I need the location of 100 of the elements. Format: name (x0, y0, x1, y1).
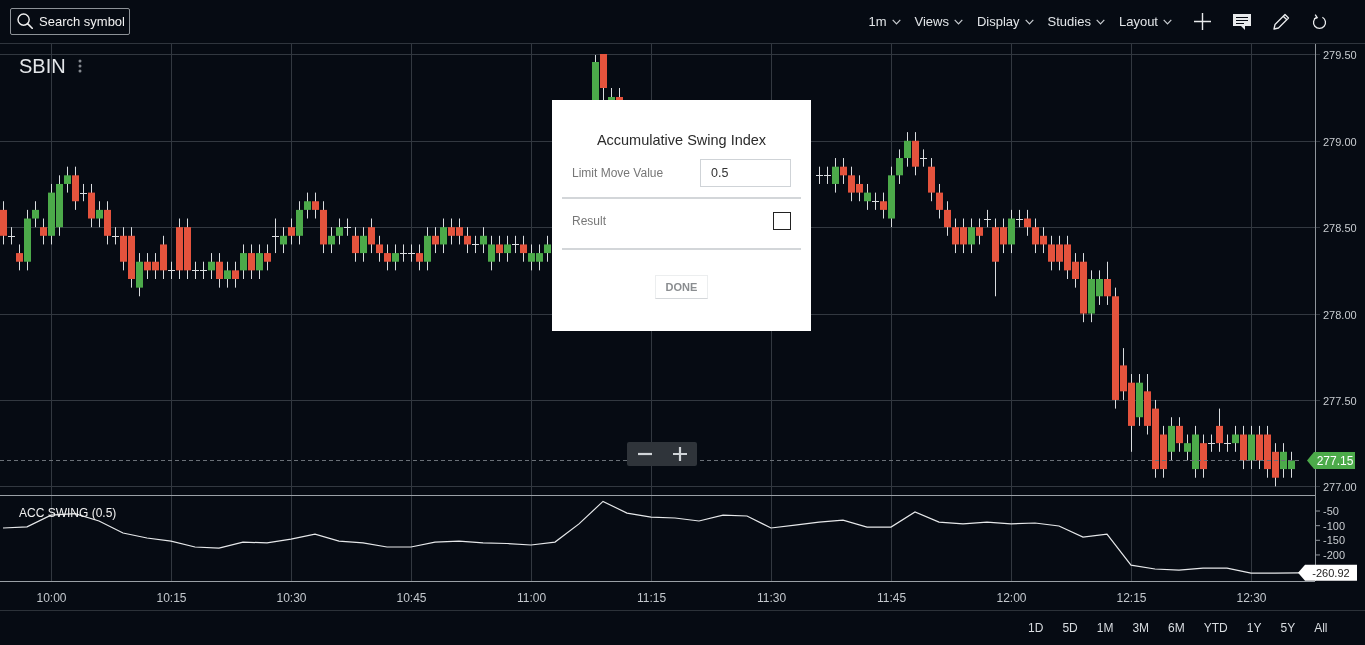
chevron-down-icon (891, 18, 901, 25)
candlestick (440, 218, 447, 254)
candlestick (864, 183, 871, 211)
candlestick (360, 226, 367, 263)
dropdown-menu-button[interactable]: Studies (1040, 13, 1112, 30)
candlestick (936, 183, 943, 220)
circular-arrow-icon[interactable] (1312, 13, 1327, 30)
candlestick (248, 243, 255, 280)
price-axis-label: 279.50 (1323, 48, 1357, 61)
candlestick (312, 192, 319, 220)
price-axis-label: 279.00 (1323, 135, 1357, 148)
range-button[interactable]: 1M (1087, 619, 1123, 637)
candlestick (464, 226, 471, 254)
candlestick (840, 157, 847, 185)
candlestick (1232, 425, 1239, 453)
candlestick (111, 226, 120, 245)
range-button[interactable]: All (1304, 619, 1337, 637)
time-axis-label: 12:00 (996, 591, 1027, 605)
time-axis-label: 11:15 (636, 591, 667, 605)
candlestick (488, 235, 495, 271)
candlestick (1104, 261, 1111, 306)
candlestick (496, 235, 503, 263)
candlestick (1207, 434, 1216, 453)
price-axis-label: 277.00 (1323, 480, 1357, 493)
plus-icon (672, 447, 687, 461)
candlestick (368, 218, 375, 254)
candlestick (376, 235, 383, 263)
candlestick (944, 200, 951, 237)
time-axis-label: 10:30 (276, 591, 307, 605)
checkbox[interactable] (773, 212, 791, 230)
pencil-icon[interactable] (1273, 13, 1290, 30)
candlestick (352, 226, 359, 263)
chevron-down-icon (1163, 18, 1172, 25)
chevron-down-icon (953, 18, 963, 25)
time-axis-label: 12:30 (1236, 591, 1267, 605)
candlestick (976, 218, 983, 245)
candlestick (511, 235, 520, 254)
kebab-menu-icon[interactable] (77, 59, 82, 73)
dropdown-menu-button[interactable]: Layout (1111, 13, 1179, 30)
time-axis-label: 11:45 (876, 591, 907, 605)
candlestick (271, 218, 280, 254)
speech-bubble-icon[interactable] (1233, 13, 1251, 30)
range-button[interactable]: YTD (1194, 619, 1238, 637)
range-button[interactable]: 3M (1122, 619, 1159, 637)
indicator-axis-label: -50 (1323, 505, 1339, 517)
range-button[interactable]: 5D (1052, 619, 1088, 637)
search-icon (17, 13, 33, 29)
candlestick (328, 226, 335, 254)
candlestick (871, 192, 880, 211)
time-axis-label: 10:15 (156, 591, 187, 605)
time-axis-label: 10:45 (396, 591, 427, 605)
dropdown-menu-button[interactable]: Views (907, 13, 970, 30)
chevron-down-icon (1024, 18, 1034, 25)
candlestick (432, 226, 439, 254)
candlestick (64, 166, 71, 194)
candlestick (384, 243, 391, 271)
range-button[interactable]: 1Y (1237, 619, 1271, 637)
dialog-title: Accumulative Swing Index (595, 131, 768, 150)
last-value-tag: -260.92 (1298, 564, 1357, 581)
candlestick (167, 261, 176, 280)
ref-line-label: 277.15 (1316, 454, 1354, 468)
candlestick (968, 218, 975, 254)
candlestick (256, 243, 263, 280)
candlestick (1015, 209, 1024, 228)
dropdown-menu-button[interactable]: 1m (861, 13, 908, 30)
last-price-tag: 277.15 (1307, 452, 1355, 469)
candlestick (1223, 434, 1232, 453)
field-label: Limit Move Value (572, 165, 664, 182)
candlestick (79, 183, 88, 202)
field-label: Result (572, 213, 606, 230)
range-button[interactable]: 5Y (1270, 619, 1305, 637)
text-input-field[interactable]: 0.5 (700, 159, 791, 187)
candlestick (208, 252, 215, 280)
candlestick (904, 131, 911, 168)
chevron-down-icon (1095, 18, 1105, 25)
price-axis-label: 278.00 (1323, 308, 1357, 321)
candlestick (1176, 416, 1183, 453)
indicator-axis-label: -150 (1323, 534, 1346, 547)
time-axis-label: 11:00 (516, 591, 547, 605)
price-axis-label: 277.50 (1323, 394, 1357, 407)
symbol-label: SBIN (19, 54, 66, 78)
plus-icon[interactable] (1194, 13, 1211, 30)
dropdown-menu-button[interactable]: Display (969, 13, 1041, 30)
time-axis-label: 12:15 (1116, 591, 1147, 605)
candlestick (16, 243, 23, 271)
indicator-axis-label: -100 (1323, 519, 1346, 532)
range-button[interactable]: 6M (1158, 619, 1195, 637)
candlestick (480, 226, 487, 254)
candlestick (32, 200, 39, 228)
candlestick (919, 148, 928, 168)
range-button[interactable]: 1D (1018, 619, 1053, 637)
candlestick (343, 218, 352, 237)
candlestick (224, 261, 231, 289)
candlestick (288, 218, 295, 245)
search-field[interactable]: Search symbol (10, 8, 130, 35)
candlestick (264, 243, 271, 271)
candlestick (40, 218, 47, 245)
candlestick (232, 261, 239, 289)
candlestick (96, 200, 103, 228)
candlestick (1216, 408, 1223, 453)
